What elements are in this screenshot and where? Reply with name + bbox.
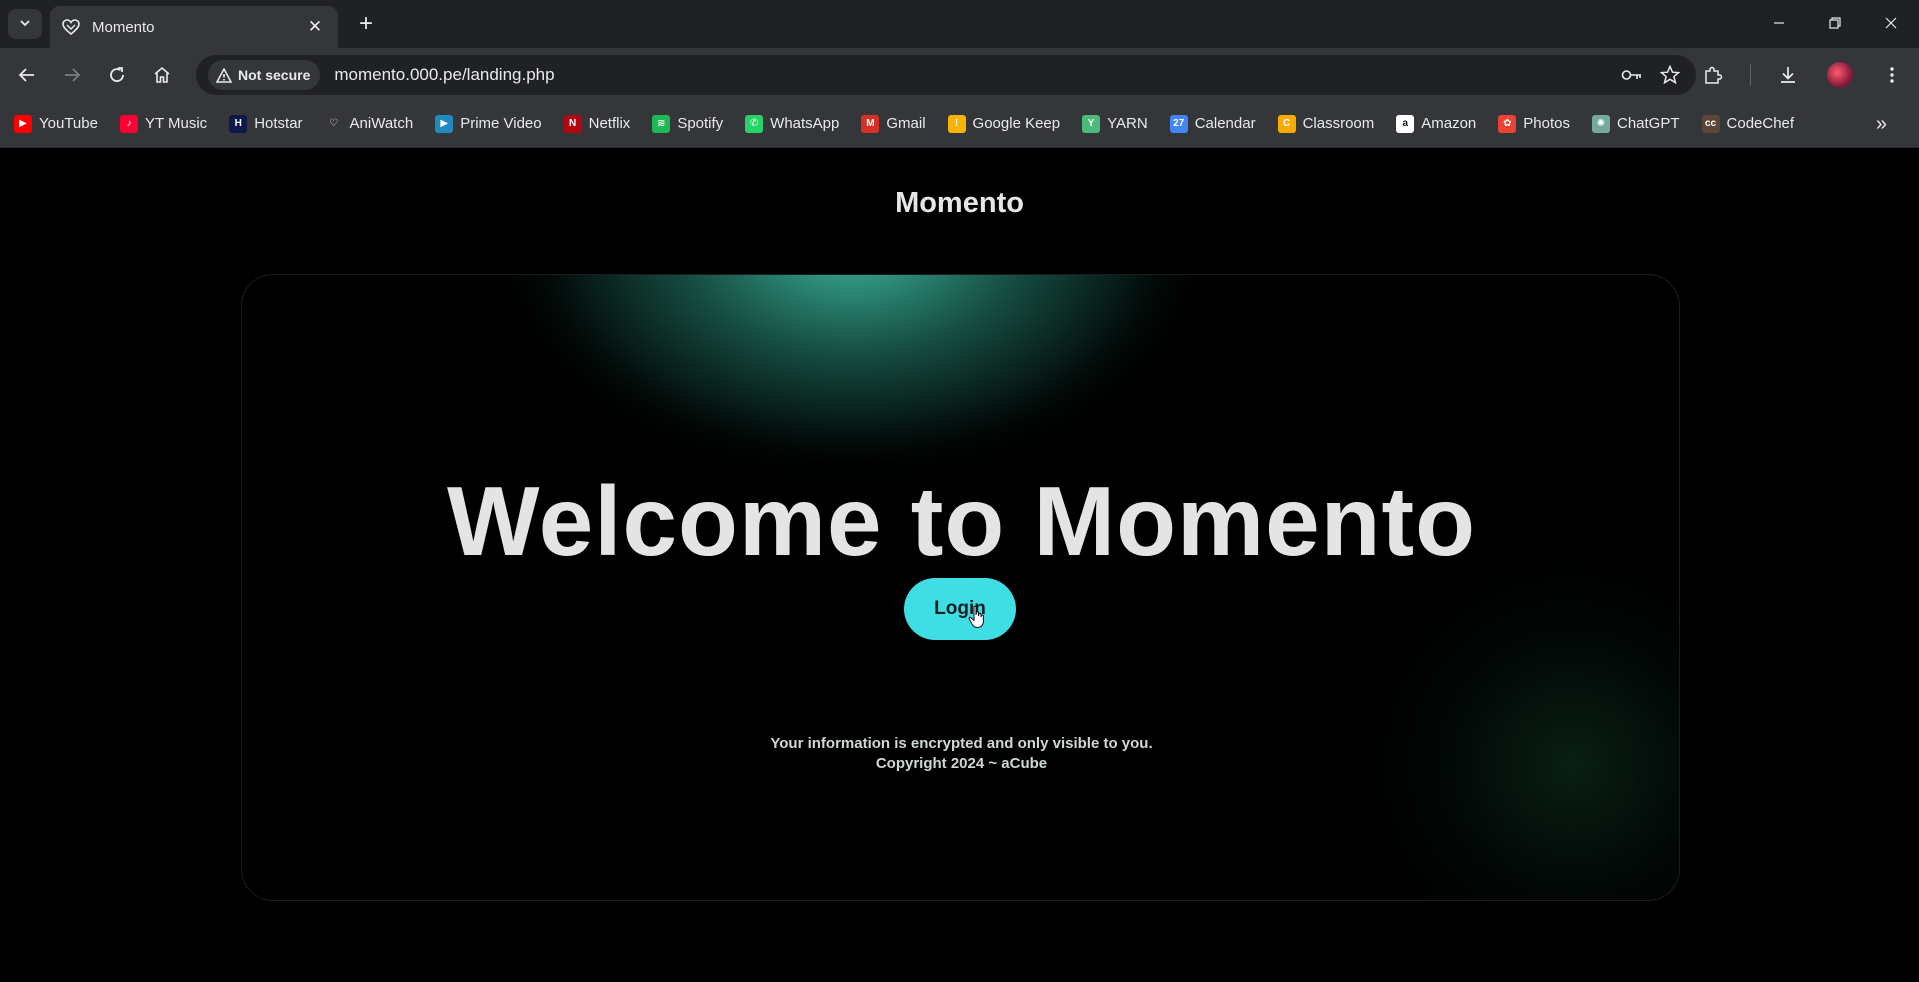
bookmark-label: Hotstar — [254, 115, 303, 132]
chevron-double-right-icon[interactable]: » — [1876, 113, 1887, 136]
bookmark-label: Gmail — [886, 115, 926, 132]
bookmark-youtube[interactable]: ▶ YouTube — [14, 109, 98, 139]
window-close-icon[interactable] — [1863, 0, 1919, 46]
footer-note: Your information is encrypted and only v… — [770, 735, 1153, 752]
bookmark-label: Calendar — [1194, 115, 1256, 132]
address-bar[interactable]: Not secure momento.000.pe/landing.php — [196, 55, 1696, 95]
amazon-icon: a — [1396, 114, 1415, 133]
bookmark-label: ChatGPT — [1616, 115, 1680, 132]
bookmark-label: CodeChef — [1726, 115, 1795, 132]
photos-icon: ✿ — [1498, 114, 1517, 133]
classroom-icon: C — [1277, 114, 1296, 133]
bookmark-codechef[interactable]: cc CodeChef — [1701, 109, 1795, 139]
yarn-icon: Y — [1082, 114, 1101, 133]
bookmark-chatgpt[interactable]: ✺ ChatGPT — [1591, 109, 1680, 139]
chatgpt-icon: ✺ — [1591, 114, 1610, 133]
url-text[interactable]: momento.000.pe/landing.php — [334, 65, 1608, 85]
bookmark-yt-music[interactable]: ♪ YT Music — [119, 109, 208, 139]
youtube-icon: ▶ — [14, 114, 32, 133]
prime-video-icon: ▶ — [435, 114, 454, 133]
tab-title: Momento — [92, 18, 155, 36]
new-tab-button[interactable]: + — [352, 10, 380, 38]
codechef-icon: cc — [1701, 114, 1720, 133]
hand-cursor-icon — [968, 605, 984, 629]
hero-heading: Welcome to Momento — [447, 466, 1476, 576]
spotify-icon: ≋ — [652, 114, 671, 133]
login-button[interactable]: Login — [904, 578, 1016, 640]
reload-icon[interactable] — [102, 60, 132, 90]
tab-search-button[interactable] — [8, 9, 42, 39]
teal-glow — [512, 275, 1192, 465]
bookmark-gmail[interactable]: M Gmail — [861, 109, 926, 139]
bookmark-google-keep[interactable]: ! Google Keep — [947, 109, 1061, 139]
security-chip[interactable]: Not secure — [208, 60, 321, 90]
calendar-icon: 27 — [1169, 114, 1188, 133]
page-content: Momento Welcome to Momento Login Your in… — [0, 149, 1919, 982]
bookmark-label: YT Music — [144, 115, 208, 132]
browser-toolbar: Not secure momento.000.pe/landing.php — [0, 48, 1919, 100]
extensions-puzzle-icon[interactable] — [1698, 60, 1728, 90]
bookmark-label: Spotify — [677, 115, 724, 132]
bookmark-label: YARN — [1107, 115, 1148, 132]
bookmark-label: Classroom — [1302, 115, 1375, 132]
bookmarks-bar: ▶ YouTube ♪ YT Music H Hotstar ♡ AniWatch ▶ Prime… — [0, 100, 1919, 148]
bookmark-label: YouTube — [39, 115, 98, 132]
bookmark-label: Photos — [1523, 115, 1570, 132]
tab-momento[interactable]: Momento ✕ — [50, 6, 338, 48]
bookmark-spotify[interactable]: ≋ Spotify — [652, 109, 723, 139]
tab-strip: Momento ✕ + — [0, 0, 1919, 48]
bookmark-label: Google Keep — [972, 115, 1061, 132]
bookmark-yarn[interactable]: Y YARN — [1082, 109, 1148, 139]
bookmark-photos[interactable]: ✿ Photos — [1498, 109, 1570, 139]
bookmark-classroom[interactable]: C Classroom — [1277, 109, 1375, 139]
hotstar-icon: H — [229, 114, 248, 133]
momento-heart-icon — [62, 18, 80, 36]
green-glow — [1362, 555, 1679, 900]
chevron-down-icon — [19, 17, 31, 32]
restore-icon[interactable] — [1807, 0, 1863, 46]
site-title: Momento — [895, 187, 1024, 219]
back-arrow-icon[interactable] — [12, 60, 42, 90]
aniwatch-icon: ♡ — [324, 114, 343, 133]
bookmark-netflix[interactable]: N Netflix — [563, 109, 631, 139]
netflix-icon: N — [563, 114, 582, 133]
bookmark-label: WhatsApp — [770, 115, 840, 132]
gmail-icon: M — [861, 114, 880, 133]
forward-arrow-icon[interactable] — [57, 60, 87, 90]
bookmark-label: Amazon — [1421, 115, 1477, 132]
download-icon[interactable] — [1773, 60, 1803, 90]
close-icon[interactable]: ✕ — [304, 16, 326, 38]
bookmark-label: AniWatch — [349, 115, 414, 132]
bookmark-whatsapp[interactable]: ✆ WhatsApp — [745, 109, 839, 139]
google-keep-icon: ! — [947, 114, 966, 133]
bookmark-calendar[interactable]: 27 Calendar — [1169, 109, 1256, 139]
more-vertical-icon[interactable] — [1877, 60, 1907, 90]
footer-copyright: Copyright 2024 ~ aCube — [875, 755, 1048, 772]
bookmark-amazon[interactable]: a Amazon — [1396, 109, 1476, 139]
bookmark-label: Prime Video — [460, 115, 542, 132]
bookmark-hotstar[interactable]: H Hotstar — [229, 109, 303, 139]
home-icon[interactable] — [147, 60, 177, 90]
minimize-icon[interactable] — [1751, 0, 1807, 46]
bookmark-aniwatch[interactable]: ♡ AniWatch — [324, 109, 414, 139]
yt-music-icon: ♪ — [119, 114, 138, 133]
bookmark-prime-video[interactable]: ▶ Prime Video — [435, 109, 542, 139]
bookmark-label: Netflix — [588, 115, 631, 132]
hero-card: Welcome to Momento Login Your informatio… — [241, 274, 1680, 901]
profile-avatar[interactable] — [1825, 60, 1855, 90]
whatsapp-icon: ✆ — [745, 114, 764, 133]
key-icon[interactable] — [1618, 61, 1646, 89]
warning-triangle-icon — [216, 67, 232, 83]
window-controls — [1751, 0, 1919, 46]
security-label: Not secure — [238, 67, 311, 83]
